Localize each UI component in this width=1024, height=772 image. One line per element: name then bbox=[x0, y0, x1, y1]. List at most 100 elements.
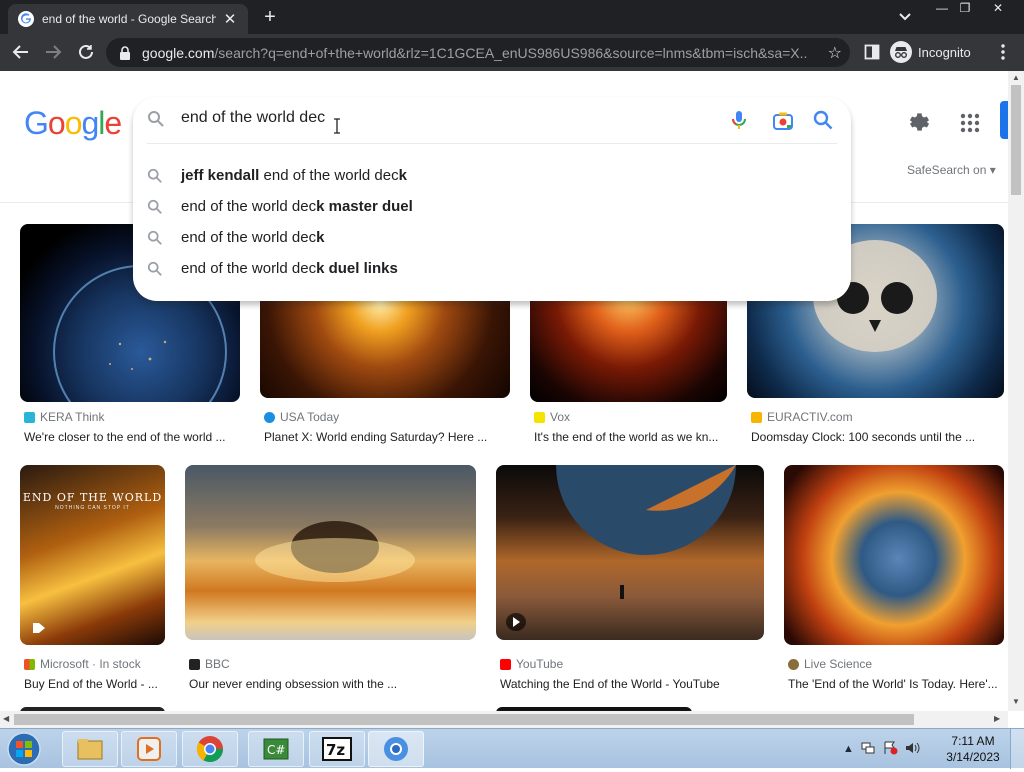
folder-icon bbox=[77, 739, 103, 760]
source-favicon-icon bbox=[788, 658, 799, 670]
tray-expand-icon[interactable]: ▲ bbox=[843, 743, 854, 755]
browser-menu-button[interactable] bbox=[990, 40, 1016, 64]
result-caption[interactable]: We're closer to the end of the world ... bbox=[24, 430, 236, 444]
google-apps-icon[interactable] bbox=[958, 111, 982, 135]
source-favicon-icon bbox=[751, 411, 762, 423]
scroll-left-arrow-icon[interactable]: ◀ bbox=[3, 714, 9, 723]
suggestion-bold-suffix: k master duel bbox=[316, 198, 413, 215]
result-source[interactable]: KERA Think bbox=[24, 410, 104, 424]
search-separator bbox=[147, 143, 837, 144]
incognito-indicator[interactable]: Incognito bbox=[890, 40, 971, 64]
action-center-flag-icon[interactable] bbox=[882, 741, 898, 758]
taskbar-chrome[interactable] bbox=[182, 731, 238, 767]
result-thumbnail[interactable] bbox=[496, 465, 764, 640]
scroll-right-arrow-icon[interactable]: ▶ bbox=[994, 714, 1000, 723]
source-favicon-icon bbox=[264, 411, 275, 423]
source-favicon-icon bbox=[24, 658, 35, 670]
camera-lens-icon[interactable] bbox=[771, 109, 795, 133]
network-icon[interactable] bbox=[860, 741, 876, 758]
close-window-button[interactable]: ✕ bbox=[984, 0, 1012, 18]
forward-button[interactable] bbox=[40, 40, 66, 64]
result-source[interactable]: Vox bbox=[534, 410, 570, 424]
result-caption[interactable]: Buy End of the World - ... bbox=[24, 677, 164, 691]
suggestion-item[interactable]: end of the world deck master duel bbox=[133, 191, 851, 222]
settings-gear-icon[interactable] bbox=[906, 109, 932, 135]
reload-button[interactable] bbox=[73, 40, 99, 64]
vertical-scrollbar[interactable]: ▲ ▼ bbox=[1008, 71, 1024, 711]
source-name: EURACTIV.com bbox=[767, 410, 853, 424]
microphone-icon[interactable] bbox=[727, 108, 751, 132]
suggestion-text: end of the world deck duel links bbox=[181, 260, 398, 277]
result-caption[interactable]: Doomsday Clock: 100 seconds until the ..… bbox=[751, 430, 1001, 444]
search-submit-icon[interactable] bbox=[811, 108, 835, 132]
tab-close-icon[interactable]: ✕ bbox=[222, 10, 238, 28]
lock-icon[interactable] bbox=[118, 45, 132, 60]
taskbar-7zip[interactable]: 7z bbox=[309, 731, 365, 767]
taskbar-csharp-app[interactable]: C# bbox=[248, 731, 304, 767]
result-caption[interactable]: Our never ending obsession with the ... bbox=[189, 677, 469, 691]
safesearch-toggle[interactable]: SafeSearch on ▾ bbox=[907, 163, 996, 177]
result-caption[interactable]: Watching the End of the World - YouTube bbox=[500, 677, 760, 691]
search-row bbox=[133, 97, 851, 143]
result-thumbnail[interactable] bbox=[784, 465, 1004, 645]
result-source[interactable]: Microsoft · In stock bbox=[24, 657, 141, 671]
suggestion-text: jeff kendall end of the world deck bbox=[181, 167, 407, 184]
source-favicon-icon bbox=[534, 411, 545, 423]
suggestion-item[interactable]: jeff kendall end of the world deck bbox=[133, 160, 851, 191]
taskbar-explorer[interactable] bbox=[62, 731, 118, 767]
result-source[interactable]: USA Today bbox=[264, 410, 339, 424]
search-input[interactable] bbox=[181, 109, 701, 127]
svg-text:7z: 7z bbox=[326, 741, 345, 759]
play-icon bbox=[506, 613, 526, 631]
start-button[interactable] bbox=[4, 731, 44, 767]
result-caption[interactable]: Planet X: World ending Saturday? Here ..… bbox=[264, 430, 504, 444]
kebab-menu-icon bbox=[1001, 44, 1005, 60]
show-desktop-button[interactable] bbox=[1010, 729, 1024, 769]
system-clock[interactable]: 7:11 AM 3/14/2023 bbox=[942, 733, 1004, 765]
suggestion-text: end of the world deck master duel bbox=[181, 198, 413, 215]
new-tab-button[interactable]: + bbox=[258, 6, 282, 30]
back-button[interactable] bbox=[8, 40, 34, 64]
google-logo[interactable]: Google bbox=[24, 105, 122, 142]
result-caption[interactable]: It's the end of the world as we kn... bbox=[534, 430, 724, 444]
volume-icon[interactable] bbox=[904, 741, 920, 758]
suggestion-item[interactable]: end of the world deck bbox=[133, 222, 851, 253]
result-source[interactable]: BBC bbox=[189, 657, 230, 671]
address-bar[interactable]: google.com/search?q=end+of+the+world&rlz… bbox=[106, 38, 850, 67]
source-favicon-icon bbox=[189, 658, 200, 670]
url-host: google.com bbox=[142, 44, 215, 61]
browser-tab-bar: end of the world - Google Search ✕ + — ❐… bbox=[0, 0, 1024, 34]
taskbar-chromium[interactable] bbox=[368, 731, 424, 767]
sign-in-button[interactable] bbox=[1000, 101, 1008, 139]
result-thumbnail[interactable]: END OF THE WORLD NOTHING CAN STOP IT bbox=[20, 465, 165, 645]
suggestion-bold-prefix: jeff kendall bbox=[181, 167, 260, 184]
suggestion-bold-suffix: k bbox=[398, 167, 407, 184]
browser-tab[interactable]: end of the world - Google Search ✕ bbox=[8, 4, 248, 34]
csharp-icon: C# bbox=[263, 738, 289, 760]
url-path: /search?q=end+of+the+world&rlz=1C1GCEA_e… bbox=[214, 44, 808, 61]
scroll-up-arrow-icon[interactable]: ▲ bbox=[1012, 73, 1020, 82]
bookmark-star-icon[interactable]: ☆ bbox=[828, 43, 842, 63]
result-thumbnail[interactable] bbox=[185, 465, 476, 640]
source-name: KERA Think bbox=[40, 410, 105, 424]
restore-button[interactable]: ❐ bbox=[951, 0, 979, 18]
result-source[interactable]: YouTube bbox=[500, 657, 563, 671]
horizontal-scrollbar[interactable]: ◀ ▶ bbox=[0, 711, 1008, 728]
result-source[interactable]: EURACTIV.com bbox=[751, 410, 853, 424]
suggestion-text: end of the world deck bbox=[181, 229, 324, 246]
vertical-scroll-thumb[interactable] bbox=[1011, 85, 1021, 195]
suggestion-item[interactable]: end of the world deck duel links bbox=[133, 253, 851, 284]
suggestion-normal: end of the world dec bbox=[181, 260, 317, 277]
side-panel-button[interactable] bbox=[859, 40, 885, 64]
horizontal-scroll-thumb[interactable] bbox=[14, 714, 914, 725]
search-icon bbox=[147, 110, 165, 133]
tab-search-chevron-icon[interactable] bbox=[895, 8, 915, 26]
logo-letter: e bbox=[104, 105, 122, 141]
media-player-icon bbox=[137, 737, 161, 761]
result-caption[interactable]: The 'End of the World' Is Today. Here'..… bbox=[788, 677, 1002, 691]
result-source[interactable]: Live Science bbox=[788, 657, 872, 671]
suggestion-bold-suffix: k duel links bbox=[316, 260, 398, 277]
chrome-icon bbox=[196, 736, 224, 763]
taskbar-media-player[interactable] bbox=[121, 731, 177, 767]
scroll-down-arrow-icon[interactable]: ▼ bbox=[1012, 697, 1020, 706]
